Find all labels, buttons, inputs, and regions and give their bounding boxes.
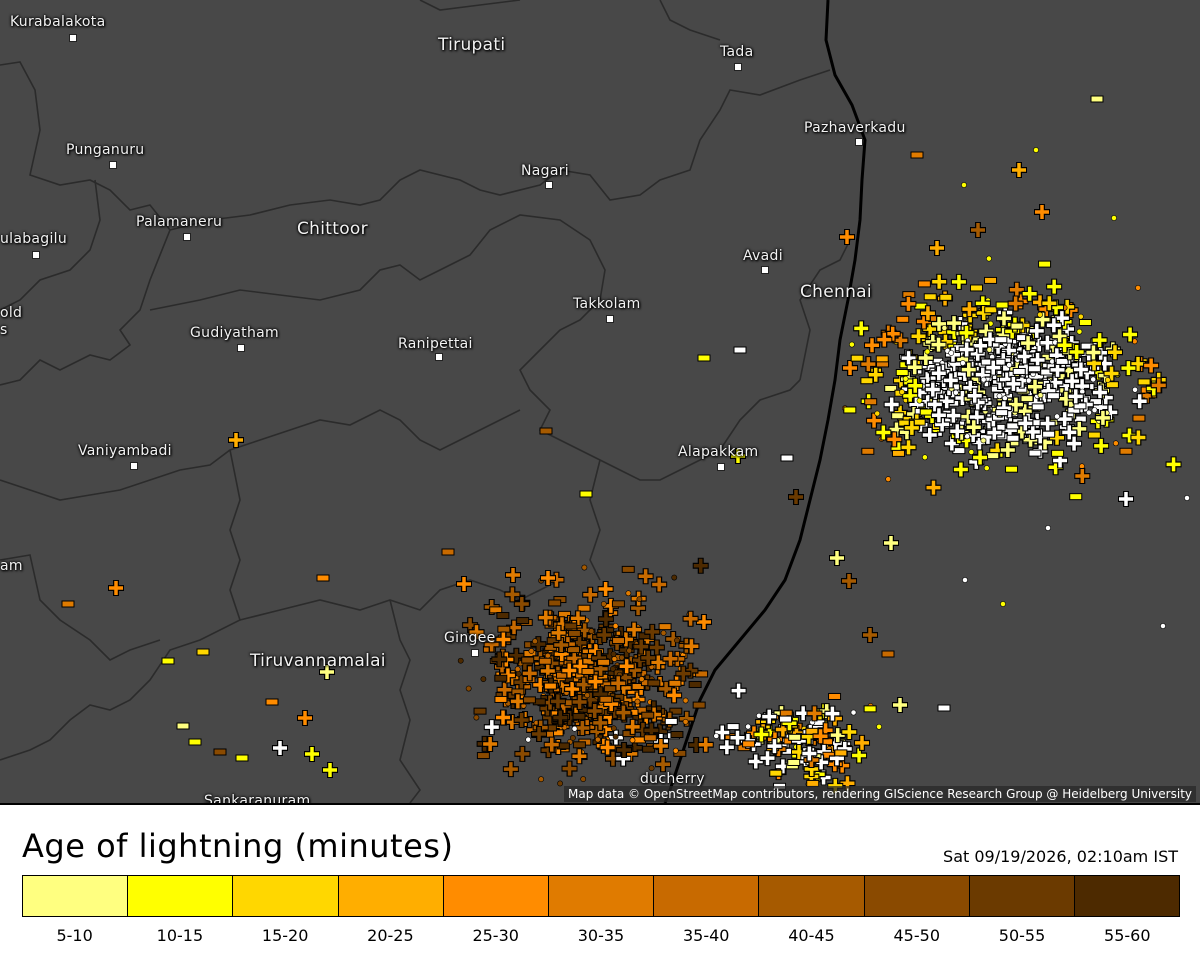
place-label: am [0,558,23,574]
city-marker-icon [545,181,553,189]
lightning-strikes [61,95,1190,794]
place-label: Tada [720,44,754,60]
legend-swatch [864,876,970,916]
legend-swatch [338,876,444,916]
place-label: Pazhaverkadu [804,120,906,136]
place-label: old [0,305,23,321]
map-canvas [0,0,1190,803]
place-label: ducherry [640,771,705,787]
city-marker-icon [606,315,614,323]
city-marker-icon [130,462,138,470]
city-marker-icon [471,649,479,657]
legend-bin-label: 30-35 [577,926,625,945]
legend-title: Age of lightning (minutes) [22,827,454,865]
legend-swatch [443,876,549,916]
place-label: Vaniyambadi [78,443,172,459]
place-label: s [0,322,8,338]
lightning-map[interactable]: Kurabalakota Tirupati Tada Pazhaverkadu Pung… [0,0,1200,803]
legend-swatch [969,876,1075,916]
city-marker-icon [109,161,117,169]
legend-swatch [128,876,234,916]
city-marker-icon [761,266,769,274]
place-label: Gudiyatham [190,325,279,341]
city-marker-icon [734,63,742,71]
legend-swatch [759,876,865,916]
legend-swatch [654,876,760,916]
legend-swatch [23,876,129,916]
map-attribution: Map data © OpenStreetMap contributors, r… [564,786,1196,802]
legend-bin-label: 10-15 [156,926,204,945]
place-label: Tiruvannamalai [250,651,386,671]
district-boundaries [0,0,851,803]
place-label: Alapakkam [678,444,759,460]
legend-swatch [233,876,339,916]
city-marker-icon [183,233,191,241]
city-marker-icon [717,463,725,471]
city-marker-icon [435,353,443,361]
legend-labels: 5-10 10-15 15-20 20-25 25-30 30-35 35-40 40-45 4… [22,926,1180,945]
legend-panel: Age of lightning (minutes) Sat 09/19/202… [0,803,1200,959]
place-label: Tirupati [438,35,506,55]
place-label: Nagari [521,163,569,179]
legend-bin-label: 55-60 [1104,926,1151,945]
place-label: Kurabalakota [10,14,106,30]
place-label: Ranipettai [398,336,473,352]
legend-bin-label: 50-55 [998,926,1046,945]
place-label: Chittoor [297,219,368,239]
legend-timestamp: Sat 09/19/2026, 02:10am IST [943,847,1178,866]
city-marker-icon [237,344,245,352]
place-label: Chennai [800,282,872,302]
legend-bin-label: 40-45 [788,926,835,945]
legend-bin-label: 15-20 [261,926,309,945]
city-marker-icon [855,138,863,146]
legend-color-scale [22,875,1180,917]
city-marker-icon [69,34,77,42]
place-label: ulabagilu [0,231,68,247]
legend-bin-label: 45-50 [893,926,941,945]
place-label: Sankaranuram [204,793,311,803]
place-label: Gingee [444,630,496,646]
place-label: Punganuru [66,142,145,158]
city-marker-icon [32,251,40,259]
legend-swatch [548,876,655,916]
legend-bin-label: 5-10 [56,926,93,945]
place-label: Takkolam [573,296,641,312]
legend-bin-label: 35-40 [682,926,730,945]
place-label: Palamaneru [136,214,223,230]
legend-bin-label: 25-30 [472,926,519,945]
legend-swatch [1074,876,1180,916]
place-label: Avadi [743,248,783,264]
legend-bin-label: 20-25 [367,926,414,945]
